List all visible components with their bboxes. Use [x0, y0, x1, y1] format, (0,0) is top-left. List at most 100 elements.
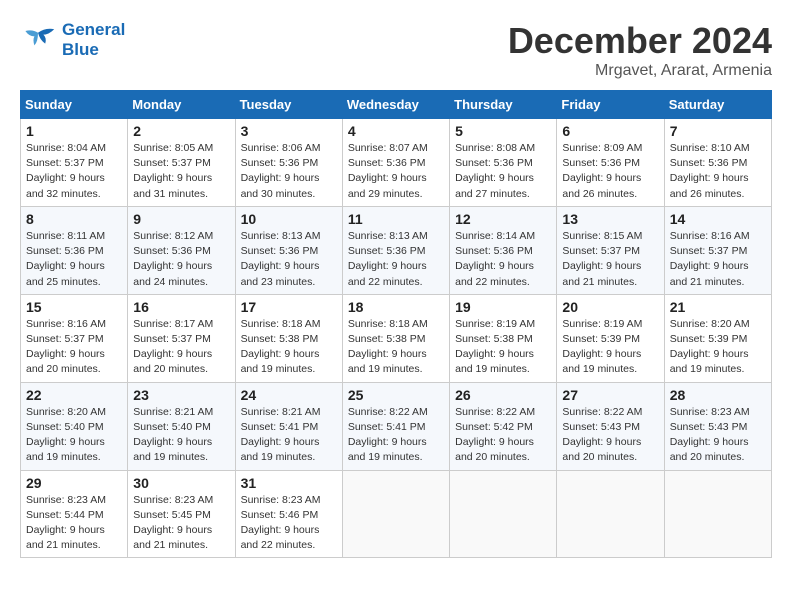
day-number: 22	[26, 387, 122, 403]
day-info: Sunrise: 8:23 AM Sunset: 5:45 PM Dayligh…	[133, 493, 229, 554]
weekday-header-thursday: Thursday	[450, 91, 557, 119]
calendar-cell: 27 Sunrise: 8:22 AM Sunset: 5:43 PM Dayl…	[557, 382, 664, 470]
calendar-cell: 1 Sunrise: 8:04 AM Sunset: 5:37 PM Dayli…	[21, 119, 128, 207]
calendar-cell: 17 Sunrise: 8:18 AM Sunset: 5:38 PM Dayl…	[235, 294, 342, 382]
calendar-cell: 2 Sunrise: 8:05 AM Sunset: 5:37 PM Dayli…	[128, 119, 235, 207]
day-number: 15	[26, 299, 122, 315]
calendar-cell: 6 Sunrise: 8:09 AM Sunset: 5:36 PM Dayli…	[557, 119, 664, 207]
logo-icon	[20, 25, 56, 55]
location-subtitle: Mrgavet, Ararat, Armenia	[508, 62, 772, 80]
calendar-cell: 18 Sunrise: 8:18 AM Sunset: 5:38 PM Dayl…	[342, 294, 449, 382]
calendar-cell: 7 Sunrise: 8:10 AM Sunset: 5:36 PM Dayli…	[664, 119, 771, 207]
calendar-cell	[664, 470, 771, 558]
day-info: Sunrise: 8:10 AM Sunset: 5:36 PM Dayligh…	[670, 141, 766, 202]
day-number: 20	[562, 299, 658, 315]
calendar-cell: 12 Sunrise: 8:14 AM Sunset: 5:36 PM Dayl…	[450, 206, 557, 294]
day-number: 8	[26, 211, 122, 227]
day-number: 14	[670, 211, 766, 227]
day-number: 10	[241, 211, 337, 227]
weekday-header-sunday: Sunday	[21, 91, 128, 119]
day-info: Sunrise: 8:19 AM Sunset: 5:38 PM Dayligh…	[455, 317, 551, 378]
calendar-cell: 28 Sunrise: 8:23 AM Sunset: 5:43 PM Dayl…	[664, 382, 771, 470]
day-number: 11	[348, 211, 444, 227]
calendar-cell: 31 Sunrise: 8:23 AM Sunset: 5:46 PM Dayl…	[235, 470, 342, 558]
day-number: 17	[241, 299, 337, 315]
calendar-cell: 22 Sunrise: 8:20 AM Sunset: 5:40 PM Dayl…	[21, 382, 128, 470]
day-info: Sunrise: 8:15 AM Sunset: 5:37 PM Dayligh…	[562, 229, 658, 290]
day-info: Sunrise: 8:16 AM Sunset: 5:37 PM Dayligh…	[670, 229, 766, 290]
calendar-cell: 23 Sunrise: 8:21 AM Sunset: 5:40 PM Dayl…	[128, 382, 235, 470]
day-info: Sunrise: 8:07 AM Sunset: 5:36 PM Dayligh…	[348, 141, 444, 202]
weekday-header-monday: Monday	[128, 91, 235, 119]
day-number: 16	[133, 299, 229, 315]
day-info: Sunrise: 8:22 AM Sunset: 5:41 PM Dayligh…	[348, 405, 444, 466]
calendar-cell: 15 Sunrise: 8:16 AM Sunset: 5:37 PM Dayl…	[21, 294, 128, 382]
day-info: Sunrise: 8:23 AM Sunset: 5:46 PM Dayligh…	[241, 493, 337, 554]
day-number: 6	[562, 123, 658, 139]
day-info: Sunrise: 8:14 AM Sunset: 5:36 PM Dayligh…	[455, 229, 551, 290]
day-number: 7	[670, 123, 766, 139]
calendar-cell: 20 Sunrise: 8:19 AM Sunset: 5:39 PM Dayl…	[557, 294, 664, 382]
day-info: Sunrise: 8:13 AM Sunset: 5:36 PM Dayligh…	[348, 229, 444, 290]
calendar-cell: 11 Sunrise: 8:13 AM Sunset: 5:36 PM Dayl…	[342, 206, 449, 294]
day-info: Sunrise: 8:18 AM Sunset: 5:38 PM Dayligh…	[348, 317, 444, 378]
calendar-cell	[342, 470, 449, 558]
day-info: Sunrise: 8:12 AM Sunset: 5:36 PM Dayligh…	[133, 229, 229, 290]
day-number: 26	[455, 387, 551, 403]
day-number: 9	[133, 211, 229, 227]
calendar-cell: 24 Sunrise: 8:21 AM Sunset: 5:41 PM Dayl…	[235, 382, 342, 470]
day-info: Sunrise: 8:04 AM Sunset: 5:37 PM Dayligh…	[26, 141, 122, 202]
weekday-header-wednesday: Wednesday	[342, 91, 449, 119]
day-number: 12	[455, 211, 551, 227]
day-number: 18	[348, 299, 444, 315]
calendar-cell: 9 Sunrise: 8:12 AM Sunset: 5:36 PM Dayli…	[128, 206, 235, 294]
day-number: 4	[348, 123, 444, 139]
day-info: Sunrise: 8:19 AM Sunset: 5:39 PM Dayligh…	[562, 317, 658, 378]
calendar-cell: 10 Sunrise: 8:13 AM Sunset: 5:36 PM Dayl…	[235, 206, 342, 294]
day-info: Sunrise: 8:13 AM Sunset: 5:36 PM Dayligh…	[241, 229, 337, 290]
day-info: Sunrise: 8:22 AM Sunset: 5:43 PM Dayligh…	[562, 405, 658, 466]
calendar-cell: 16 Sunrise: 8:17 AM Sunset: 5:37 PM Dayl…	[128, 294, 235, 382]
day-info: Sunrise: 8:22 AM Sunset: 5:42 PM Dayligh…	[455, 405, 551, 466]
day-info: Sunrise: 8:20 AM Sunset: 5:40 PM Dayligh…	[26, 405, 122, 466]
title-block: December 2024 Mrgavet, Ararat, Armenia	[508, 20, 772, 80]
logo-text: General Blue	[62, 20, 125, 60]
calendar-cell	[557, 470, 664, 558]
day-number: 21	[670, 299, 766, 315]
calendar-cell: 25 Sunrise: 8:22 AM Sunset: 5:41 PM Dayl…	[342, 382, 449, 470]
weekday-header-saturday: Saturday	[664, 91, 771, 119]
day-info: Sunrise: 8:16 AM Sunset: 5:37 PM Dayligh…	[26, 317, 122, 378]
day-info: Sunrise: 8:17 AM Sunset: 5:37 PM Dayligh…	[133, 317, 229, 378]
calendar-cell: 3 Sunrise: 8:06 AM Sunset: 5:36 PM Dayli…	[235, 119, 342, 207]
calendar-cell: 29 Sunrise: 8:23 AM Sunset: 5:44 PM Dayl…	[21, 470, 128, 558]
day-number: 2	[133, 123, 229, 139]
day-info: Sunrise: 8:09 AM Sunset: 5:36 PM Dayligh…	[562, 141, 658, 202]
calendar-cell: 26 Sunrise: 8:22 AM Sunset: 5:42 PM Dayl…	[450, 382, 557, 470]
day-number: 27	[562, 387, 658, 403]
day-info: Sunrise: 8:20 AM Sunset: 5:39 PM Dayligh…	[670, 317, 766, 378]
calendar-cell: 4 Sunrise: 8:07 AM Sunset: 5:36 PM Dayli…	[342, 119, 449, 207]
day-info: Sunrise: 8:21 AM Sunset: 5:41 PM Dayligh…	[241, 405, 337, 466]
day-number: 5	[455, 123, 551, 139]
weekday-header-tuesday: Tuesday	[235, 91, 342, 119]
day-info: Sunrise: 8:08 AM Sunset: 5:36 PM Dayligh…	[455, 141, 551, 202]
day-number: 1	[26, 123, 122, 139]
day-number: 28	[670, 387, 766, 403]
day-info: Sunrise: 8:18 AM Sunset: 5:38 PM Dayligh…	[241, 317, 337, 378]
day-info: Sunrise: 8:11 AM Sunset: 5:36 PM Dayligh…	[26, 229, 122, 290]
calendar-cell: 14 Sunrise: 8:16 AM Sunset: 5:37 PM Dayl…	[664, 206, 771, 294]
day-number: 23	[133, 387, 229, 403]
calendar-cell: 5 Sunrise: 8:08 AM Sunset: 5:36 PM Dayli…	[450, 119, 557, 207]
day-number: 3	[241, 123, 337, 139]
day-info: Sunrise: 8:23 AM Sunset: 5:43 PM Dayligh…	[670, 405, 766, 466]
day-number: 13	[562, 211, 658, 227]
logo: General Blue	[20, 20, 125, 60]
day-info: Sunrise: 8:05 AM Sunset: 5:37 PM Dayligh…	[133, 141, 229, 202]
calendar-cell: 13 Sunrise: 8:15 AM Sunset: 5:37 PM Dayl…	[557, 206, 664, 294]
calendar-table: SundayMondayTuesdayWednesdayThursdayFrid…	[20, 90, 772, 558]
day-number: 24	[241, 387, 337, 403]
calendar-cell	[450, 470, 557, 558]
weekday-header-friday: Friday	[557, 91, 664, 119]
day-number: 30	[133, 475, 229, 491]
calendar-cell: 30 Sunrise: 8:23 AM Sunset: 5:45 PM Dayl…	[128, 470, 235, 558]
